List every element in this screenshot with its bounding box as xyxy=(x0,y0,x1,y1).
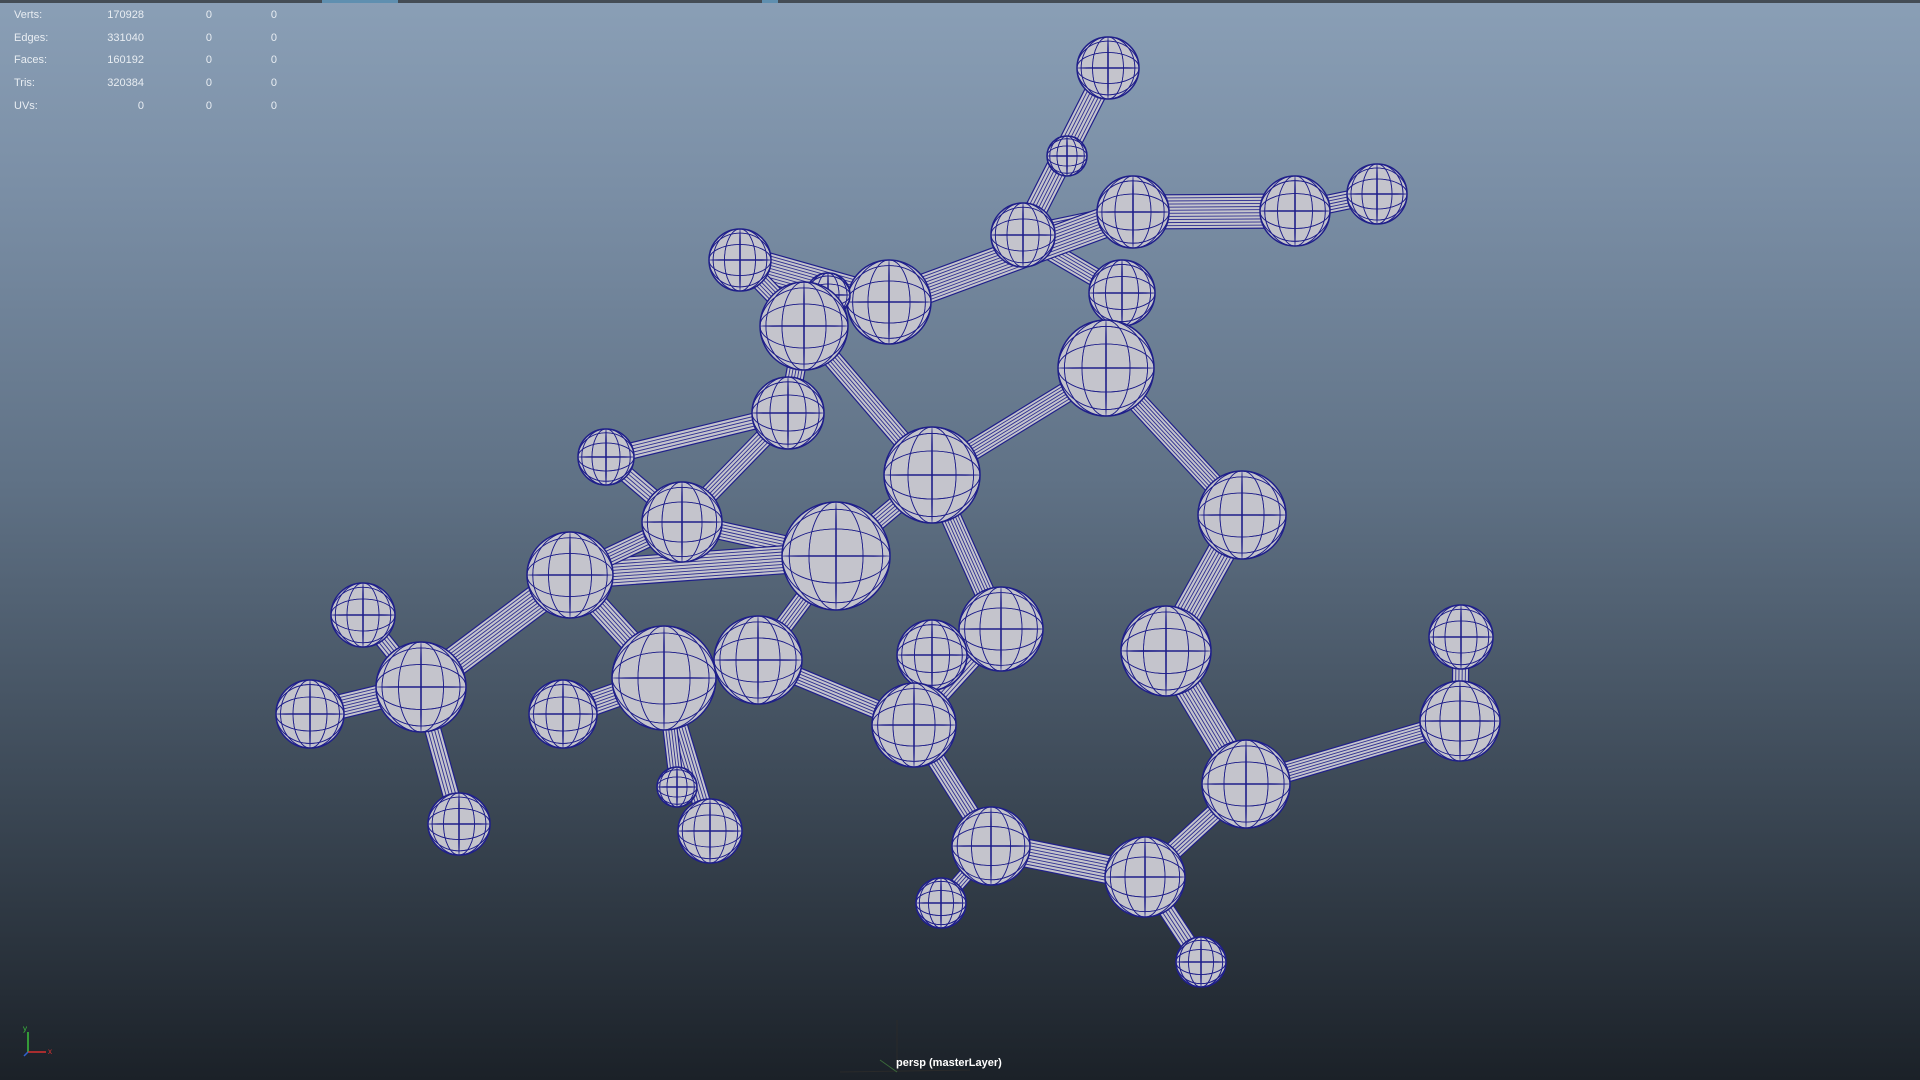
atom-sphere[interactable] xyxy=(1419,680,1501,762)
axis-gizmo-icon: y x xyxy=(23,1024,52,1057)
atom-sphere[interactable] xyxy=(656,766,698,808)
atom-sphere[interactable] xyxy=(846,259,932,345)
atom-sphere[interactable] xyxy=(427,792,491,856)
atom-sphere[interactable] xyxy=(375,641,467,733)
atom-sphere[interactable] xyxy=(275,679,345,749)
atom-sphere[interactable] xyxy=(677,798,743,864)
atom-sphere[interactable] xyxy=(330,582,396,648)
atom-sphere[interactable] xyxy=(611,625,717,731)
camera-label: persp (masterLayer) xyxy=(896,1057,1002,1069)
atom-sphere[interactable] xyxy=(641,481,723,563)
atom-sphere[interactable] xyxy=(1096,175,1170,249)
atom-sphere[interactable] xyxy=(759,281,849,371)
atom-sphere[interactable] xyxy=(1076,36,1140,100)
atom-sphere[interactable] xyxy=(577,428,635,486)
atom-sphere[interactable] xyxy=(713,615,803,705)
atom-sphere[interactable] xyxy=(951,806,1031,886)
atom-sphere[interactable] xyxy=(915,877,967,929)
atom-sphere[interactable] xyxy=(751,376,825,450)
atom-sphere[interactable] xyxy=(1057,319,1155,417)
atom-sphere[interactable] xyxy=(1046,135,1088,177)
axis-y-label: y xyxy=(23,1024,27,1033)
atom-sphere[interactable] xyxy=(990,202,1056,268)
atom-sphere[interactable] xyxy=(871,682,957,768)
atom-sphere[interactable] xyxy=(958,586,1044,672)
atom-sphere[interactable] xyxy=(883,426,981,524)
molecule-wireframe-model[interactable] xyxy=(0,0,1920,1080)
axis-x-label: x xyxy=(48,1047,52,1056)
atom-sphere[interactable] xyxy=(1346,163,1408,225)
atom-sphere[interactable] xyxy=(1175,936,1227,988)
atom-sphere[interactable] xyxy=(708,228,772,292)
atom-sphere[interactable] xyxy=(1120,605,1212,697)
atom-sphere[interactable] xyxy=(1197,470,1287,560)
atom-sphere[interactable] xyxy=(781,501,891,611)
atom-sphere[interactable] xyxy=(1201,739,1291,829)
atom-sphere[interactable] xyxy=(1104,836,1186,918)
atom-sphere[interactable] xyxy=(526,531,614,619)
atom-sphere[interactable] xyxy=(1088,259,1156,327)
atom-sphere[interactable] xyxy=(528,679,598,749)
3d-viewport[interactable]: Verts: 170928 0 0 Edges: 331040 0 0 Face… xyxy=(0,0,1920,1080)
atom-sphere[interactable] xyxy=(1428,604,1494,670)
atom-sphere[interactable] xyxy=(1259,175,1331,247)
atom-sphere[interactable] xyxy=(896,619,968,691)
